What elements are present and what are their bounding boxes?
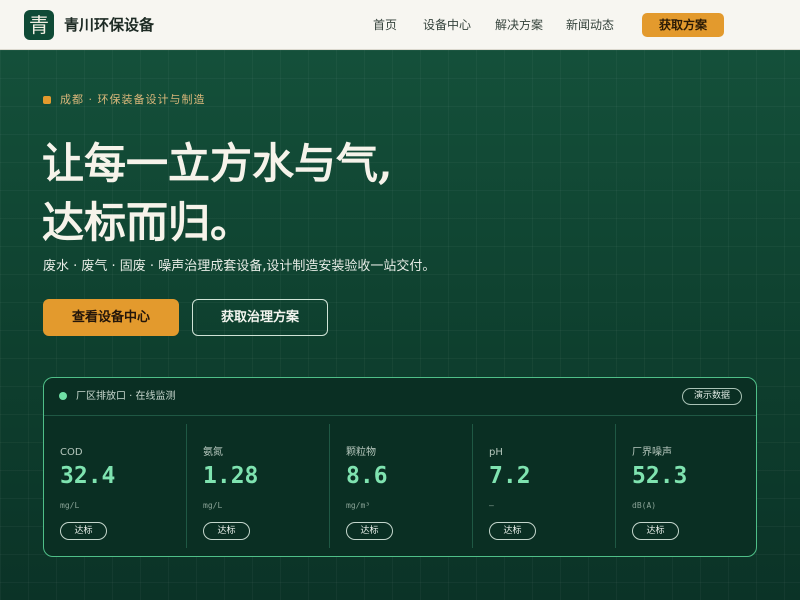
- nav-solutions[interactable]: 解决方案: [495, 17, 543, 33]
- hero-section: 成都 · 环保装备设计与制造 让每一立方水与气, 达标而归。 废水 · 废气 ·…: [0, 50, 800, 600]
- metric-noise: 厂界噪声 52.3 dB(A) 达标: [616, 424, 756, 548]
- get-solution-button[interactable]: 获取治理方案: [192, 299, 328, 336]
- metric-status-badge: 达标: [60, 522, 107, 540]
- metric-cod: COD 32.4 mg/L 达标: [44, 424, 186, 548]
- nav-news[interactable]: 新闻动态: [566, 17, 614, 33]
- metric-value: 8.6: [346, 463, 388, 489]
- metric-ph: pH 7.2 — 达标: [473, 424, 615, 548]
- metric-status-badge: 达标: [346, 522, 393, 540]
- site-header: 青 青川环保设备 首页 设备中心 解决方案 新闻动态 获取方案: [0, 0, 800, 50]
- metric-label: pH: [489, 447, 503, 458]
- metric-label: 颗粒物: [346, 447, 376, 458]
- metric-unit: dB(A): [632, 501, 657, 510]
- metric-value: 32.4: [60, 463, 116, 489]
- metric-unit: mg/m³: [346, 501, 371, 510]
- demo-data-badge[interactable]: 演示数据: [682, 388, 742, 405]
- metric-status-badge: 达标: [489, 522, 536, 540]
- nav-home[interactable]: 首页: [373, 17, 397, 33]
- metric-label: 氨氮: [203, 447, 223, 458]
- metric-value: 52.3: [632, 463, 688, 489]
- metric-unit: mg/L: [203, 501, 223, 510]
- metric-ammonia: 氨氮 1.28 mg/L 达标: [187, 424, 329, 548]
- metric-status-badge: 达标: [632, 522, 679, 540]
- get-plan-button[interactable]: 获取方案: [642, 13, 724, 37]
- metric-status-badge: 达标: [203, 522, 250, 540]
- metric-label: COD: [60, 447, 83, 458]
- hero-subtitle: 废水 · 废气 · 固废 · 噪声治理成套设备,设计制造安装验收一站交付。: [43, 259, 436, 274]
- brand-name[interactable]: 青川环保设备: [64, 15, 154, 35]
- live-status-icon: [59, 392, 67, 400]
- metric-value: 1.28: [203, 463, 259, 489]
- hero-headline-line2: 达标而归。: [42, 198, 253, 247]
- hero-headline-line1: 让每一立方水与气,: [42, 139, 393, 188]
- metric-unit: —: [489, 501, 494, 510]
- monitor-panel: 厂区排放口 · 在线监测 演示数据 COD 32.4 mg/L 达标 氨氮 1.…: [43, 377, 757, 557]
- monitor-panel-header: 厂区排放口 · 在线监测 演示数据: [44, 378, 756, 416]
- view-equipment-button[interactable]: 查看设备中心: [43, 299, 179, 336]
- metric-value: 7.2: [489, 463, 531, 489]
- metric-unit: mg/L: [60, 501, 80, 510]
- metric-label: 厂界噪声: [632, 447, 672, 458]
- monitor-title: 厂区排放口 · 在线监测: [76, 391, 176, 402]
- metric-particulate: 颗粒物 8.6 mg/m³ 达标: [330, 424, 472, 548]
- brand-logo[interactable]: 青: [24, 10, 54, 40]
- nav-equipment-center[interactable]: 设备中心: [423, 17, 471, 33]
- tag-dot-icon: [43, 96, 51, 104]
- hero-tagline: 成都 · 环保装备设计与制造: [60, 93, 206, 106]
